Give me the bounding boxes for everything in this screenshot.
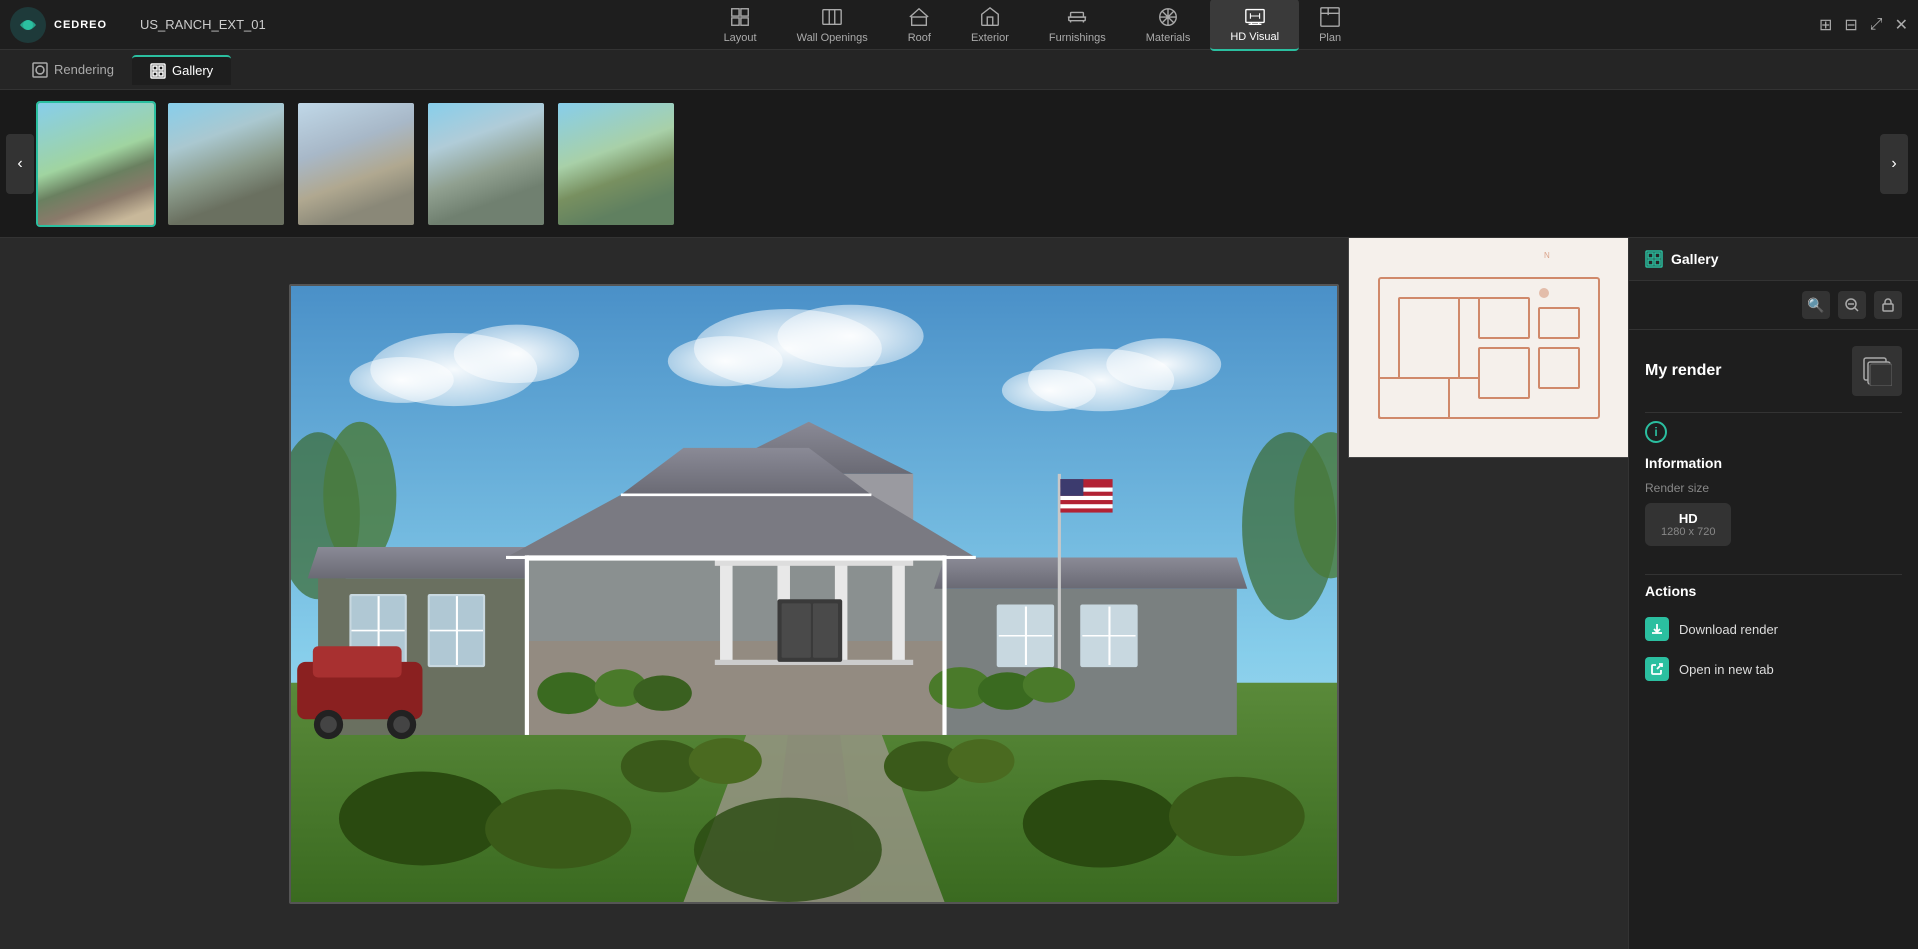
tab-gallery[interactable]: Gallery: [132, 55, 231, 85]
download-render-button[interactable]: Download render: [1645, 609, 1902, 649]
render-thumb-icon: [1852, 346, 1902, 396]
materials-icon: [1157, 6, 1179, 28]
nav-tool-plan[interactable]: Plan: [1299, 0, 1361, 50]
thumbnail-4[interactable]: [426, 101, 546, 227]
logo-area: CEDREO: [10, 7, 130, 43]
download-render-label: Download render: [1679, 622, 1778, 637]
render-frame: [289, 284, 1339, 904]
tab-gallery-label: Gallery: [172, 63, 213, 78]
roof-icon: [908, 6, 930, 28]
panel-header: Gallery: [1629, 238, 1918, 281]
lock-icon: [1881, 298, 1895, 312]
window-restore[interactable]: ⤢: [1870, 16, 1883, 34]
render-gallery-icon: [1862, 356, 1892, 386]
wall-openings-icon: [821, 6, 843, 28]
nav-label-plan: Plan: [1319, 32, 1341, 44]
open-tab-icon: [1650, 662, 1664, 676]
render-size-label: Render size: [1645, 481, 1902, 495]
download-render-icon-bg: [1645, 617, 1669, 641]
my-render-title: My render: [1645, 362, 1721, 380]
panel-title: Gallery: [1671, 251, 1718, 267]
thumbnail-image-4: [428, 103, 544, 225]
zoom-in-icon: 🔍: [1807, 297, 1824, 314]
thumbnail-image-1: [38, 103, 154, 225]
right-panel: Gallery 🔍: [1628, 238, 1918, 949]
main-content: N: [0, 238, 1918, 949]
tabs-row: Rendering Gallery: [0, 50, 1918, 90]
info-icon: i: [1645, 421, 1667, 443]
gallery-panel-icon: [1645, 250, 1663, 268]
thumbnail-5[interactable]: [556, 101, 676, 227]
open-tab-icon-bg: [1645, 657, 1669, 681]
thumbnail-1[interactable]: [36, 101, 156, 227]
nav-label-furnishings: Furnishings: [1049, 32, 1106, 44]
nav-tool-roof[interactable]: Roof: [888, 0, 951, 50]
furnishings-icon: [1066, 6, 1088, 28]
nav-tool-furnishings[interactable]: Furnishings: [1029, 0, 1126, 50]
floorplan-overlay: N: [1348, 238, 1628, 458]
my-render-header: My render: [1645, 346, 1902, 396]
project-name: US_RANCH_EXT_01: [140, 17, 266, 32]
panel-tools: 🔍: [1629, 281, 1918, 330]
layout-icon: [729, 6, 751, 28]
nav-label-materials: Materials: [1146, 32, 1191, 44]
window-controls: ⊞ ⊟ ⤢ ✕: [1819, 15, 1908, 35]
thumbnail-image-5: [558, 103, 674, 225]
thumbnail-next-button[interactable]: ›: [1880, 134, 1908, 194]
thumbnail-image-2: [168, 103, 284, 225]
info-divider: [1645, 574, 1902, 575]
plan-icon: [1319, 6, 1341, 28]
zoom-in-button[interactable]: 🔍: [1802, 291, 1830, 319]
open-new-tab-label: Open in new tab: [1679, 662, 1774, 677]
window-icon-1[interactable]: ⊞: [1819, 15, 1832, 35]
zoom-out-icon: [1845, 298, 1859, 312]
info-icon-row: i: [1645, 421, 1902, 443]
hd-badge: HD 1280 x 720: [1645, 503, 1731, 546]
my-render-divider: [1645, 412, 1902, 413]
nav-tool-hd-visual[interactable]: HD Visual: [1210, 0, 1299, 51]
tab-rendering-label: Rendering: [54, 62, 114, 77]
actions-section: Actions Download render: [1645, 583, 1902, 689]
logo-text: CEDREO: [54, 19, 107, 31]
nav-tool-exterior[interactable]: Exterior: [951, 0, 1029, 50]
house-render-svg: [291, 286, 1337, 902]
thumbnail-3[interactable]: [296, 101, 416, 227]
nav-tools: Layout Wall Openings Roof Exterior: [266, 0, 1799, 51]
nav-label-wall-openings: Wall Openings: [797, 32, 868, 44]
thumbnail-2[interactable]: [166, 101, 286, 227]
thumbnail-strip: ‹ ›: [0, 90, 1918, 238]
nav-label-layout: Layout: [724, 32, 757, 44]
thumbnail-image-3: [298, 103, 414, 225]
thumbnail-prev-button[interactable]: ‹: [6, 134, 34, 194]
download-icon: [1650, 622, 1664, 636]
information-section-title: Information: [1645, 455, 1902, 471]
tab-rendering[interactable]: Rendering: [14, 56, 132, 84]
exterior-icon: [979, 6, 1001, 28]
nav-tool-materials[interactable]: Materials: [1126, 0, 1211, 50]
cedreo-logo-icon: [10, 7, 46, 43]
actions-title: Actions: [1645, 583, 1902, 599]
rendering-tab-icon: [32, 62, 48, 78]
hd-visual-icon: [1244, 5, 1266, 27]
zoom-out-button[interactable]: [1838, 291, 1866, 319]
nav-label-exterior: Exterior: [971, 32, 1009, 44]
window-icon-2[interactable]: ⊟: [1844, 15, 1857, 35]
nav-label-hd-visual: HD Visual: [1230, 31, 1279, 43]
hd-label: HD: [1679, 511, 1698, 526]
lock-button[interactable]: [1874, 291, 1902, 319]
top-bar: CEDREO US_RANCH_EXT_01 Layout Wall Openi…: [0, 0, 1918, 50]
window-close[interactable]: ✕: [1895, 15, 1908, 35]
viewer-area: N: [0, 238, 1628, 949]
nav-label-roof: Roof: [908, 32, 931, 44]
svg-text:N: N: [1544, 251, 1550, 260]
open-new-tab-button[interactable]: Open in new tab: [1645, 649, 1902, 689]
floorplan-svg: N: [1349, 238, 1628, 458]
hd-size: 1280 x 720: [1661, 526, 1715, 538]
nav-tool-wall-openings[interactable]: Wall Openings: [777, 0, 888, 50]
nav-tool-layout[interactable]: Layout: [704, 0, 777, 50]
gallery-tab-icon: [150, 63, 166, 79]
panel-content: My render i Information Render size: [1629, 330, 1918, 949]
